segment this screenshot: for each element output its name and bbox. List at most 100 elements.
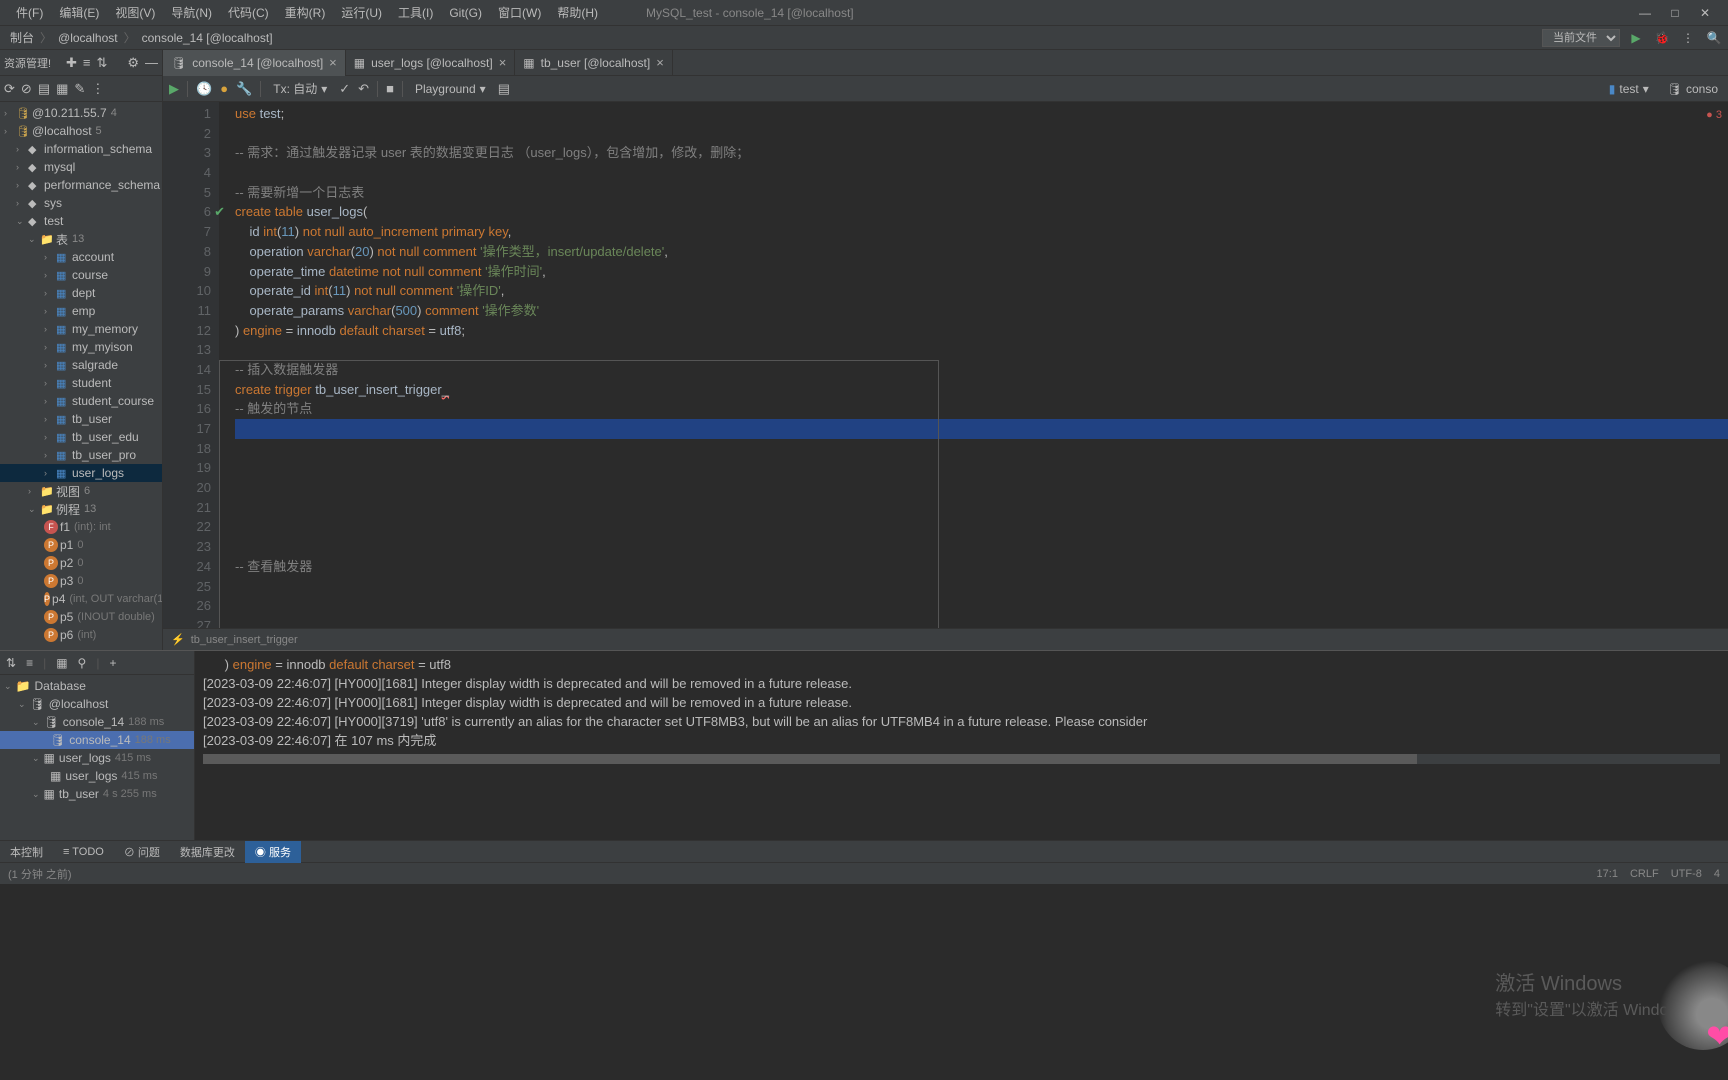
- routine-item[interactable]: Pp30: [0, 572, 162, 590]
- layout-icon[interactable]: ▦: [56, 656, 67, 670]
- more-icon[interactable]: ⋮: [1678, 31, 1698, 45]
- menu-item[interactable]: Git(G): [441, 6, 490, 20]
- code-line[interactable]: [235, 163, 1728, 183]
- sort-icon[interactable]: ⇅: [96, 55, 107, 71]
- table-item[interactable]: ›▦course: [0, 266, 162, 284]
- menu-item[interactable]: 编辑(E): [51, 6, 107, 20]
- table-item[interactable]: ›▦tb_user: [0, 410, 162, 428]
- commit-icon[interactable]: ✓: [339, 81, 350, 97]
- menu-item[interactable]: 导航(N): [163, 6, 220, 20]
- search-icon[interactable]: 🔍: [1704, 31, 1724, 45]
- code-line[interactable]: -- 需求：通过触发器记录 user 表的数据变更日志 （user_logs），…: [235, 143, 1728, 163]
- host-item[interactable]: ›🛢@localhost5: [0, 122, 162, 140]
- code-line[interactable]: [235, 616, 1728, 628]
- more-icon[interactable]: ⋮: [91, 81, 104, 97]
- menu-item[interactable]: 视图(V): [107, 6, 163, 20]
- schema-item[interactable]: ⌄◆test: [0, 212, 162, 230]
- service-item[interactable]: ⌄📁Database: [0, 677, 194, 695]
- run-config-select[interactable]: 当前文件: [1542, 29, 1620, 47]
- tool-window-tab[interactable]: 数据库更改: [170, 841, 245, 863]
- code-line[interactable]: operate_time datetime not null comment '…: [235, 262, 1728, 282]
- code-line[interactable]: operate_params varchar(500) comment '操作参…: [235, 301, 1728, 321]
- close-icon[interactable]: ×: [656, 55, 664, 70]
- close-icon[interactable]: ×: [329, 55, 337, 70]
- filter-icon[interactable]: ≡: [83, 55, 91, 70]
- schema-combo[interactable]: ▮test ▾: [1605, 82, 1653, 96]
- service-item[interactable]: 🛢console_14 188 ms: [0, 731, 194, 749]
- tool-window-tab[interactable]: 本控制: [0, 841, 53, 863]
- routine-item[interactable]: Pp20: [0, 554, 162, 572]
- table-item[interactable]: ›▦tb_user_edu: [0, 428, 162, 446]
- code-line[interactable]: [235, 596, 1728, 616]
- filter-icon[interactable]: ⇅: [6, 656, 16, 670]
- error-indicator[interactable]: ● 3: [1706, 106, 1722, 126]
- close-icon[interactable]: ×: [499, 55, 507, 70]
- code-line[interactable]: [235, 537, 1728, 557]
- service-item[interactable]: ⌄▦tb_user 4 s 255 ms: [0, 785, 194, 803]
- code-line[interactable]: -- 需要新增一个日志表: [235, 183, 1728, 203]
- minimize-button[interactable]: —: [1630, 6, 1660, 20]
- settings-icon[interactable]: ⚙: [127, 55, 139, 71]
- code-line[interactable]: use test;: [235, 104, 1728, 124]
- service-item[interactable]: ▦user_logs 415 ms: [0, 767, 194, 785]
- expand-icon[interactable]: ≡: [26, 656, 33, 670]
- run-button[interactable]: ▶: [169, 81, 179, 97]
- menu-item[interactable]: 代码(C): [220, 6, 277, 20]
- stop-icon[interactable]: ■: [386, 81, 394, 96]
- code-line[interactable]: id int(11) not null auto_increment prima…: [235, 222, 1728, 242]
- host-item[interactable]: ›🛢@10.211.55.74: [0, 104, 162, 122]
- service-item[interactable]: ⌄▦user_logs 415 ms: [0, 749, 194, 767]
- explain-icon[interactable]: ●: [220, 81, 228, 96]
- routines-folder[interactable]: ⌄📁例程13: [0, 500, 162, 518]
- code-line[interactable]: [235, 458, 1728, 478]
- table-item[interactable]: ›▦student_course: [0, 392, 162, 410]
- table-item[interactable]: ›▦dept: [0, 284, 162, 302]
- services-tree[interactable]: ⌄📁Database⌄🛢@localhost⌄🛢console_14 188 m…: [0, 675, 194, 840]
- code-line[interactable]: create table user_logs(: [235, 202, 1728, 222]
- code-line[interactable]: [235, 124, 1728, 144]
- service-item[interactable]: ⌄🛢@localhost: [0, 695, 194, 713]
- table-item[interactable]: ›▦salgrade: [0, 356, 162, 374]
- service-item[interactable]: ⌄🛢console_14 188 ms: [0, 713, 194, 731]
- code-line[interactable]: [235, 340, 1728, 360]
- code-line[interactable]: [235, 498, 1728, 518]
- add-icon[interactable]: +: [109, 656, 116, 670]
- schema-item[interactable]: ›◆sys: [0, 194, 162, 212]
- routine-item[interactable]: Pp5(INOUT double): [0, 608, 162, 626]
- refresh-icon[interactable]: ⟳: [4, 81, 15, 97]
- code-line[interactable]: -- 插入数据触发器: [235, 360, 1728, 380]
- schema-item[interactable]: ›◆information_schema: [0, 140, 162, 158]
- code-line[interactable]: create trigger tb_user_insert_trigger_: [235, 380, 1728, 400]
- database-tree[interactable]: ›🛢@10.211.55.74›🛢@localhost5›◆informatio…: [0, 102, 162, 650]
- table-item[interactable]: ›▦my_myison: [0, 338, 162, 356]
- console-output[interactable]: ) engine = innodb default charset = utf8…: [195, 651, 1728, 840]
- menu-item[interactable]: 帮助(H): [549, 6, 606, 20]
- routine-item[interactable]: Pp10: [0, 536, 162, 554]
- schema-item[interactable]: ›◆performance_schema: [0, 176, 162, 194]
- menu-item[interactable]: 窗口(W): [490, 6, 549, 20]
- horizontal-scrollbar[interactable]: [203, 754, 1720, 764]
- run-icon[interactable]: ▶: [1626, 31, 1646, 45]
- code-line[interactable]: -- 触发的节点: [235, 399, 1728, 419]
- editor-tab[interactable]: ▦user_logs [@localhost]×: [346, 50, 516, 76]
- history-icon[interactable]: 🕓: [196, 81, 212, 97]
- code-line[interactable]: [235, 577, 1728, 597]
- code-line[interactable]: operation varchar(20) not null comment '…: [235, 242, 1728, 262]
- edit-icon[interactable]: ✎: [74, 81, 85, 97]
- tool-window-tab[interactable]: ≡ TODO: [53, 841, 114, 863]
- tool-window-tab[interactable]: ⊘ 问题: [114, 841, 170, 863]
- code-line[interactable]: [235, 517, 1728, 537]
- code-line[interactable]: [235, 478, 1728, 498]
- code-line[interactable]: operate_id int(11) not null comment '操作I…: [235, 281, 1728, 301]
- line-separator[interactable]: CRLF: [1630, 868, 1659, 880]
- views-folder[interactable]: ›📁视图6: [0, 482, 162, 500]
- table-item[interactable]: ›▦account: [0, 248, 162, 266]
- table-item[interactable]: ›▦my_memory: [0, 320, 162, 338]
- rollback-icon[interactable]: ↶: [358, 81, 369, 97]
- menu-item[interactable]: 件(F): [8, 6, 51, 20]
- breadcrumb-item[interactable]: @localhost: [52, 31, 124, 45]
- table-item[interactable]: ›▦emp: [0, 302, 162, 320]
- breadcrumb-item[interactable]: 制台: [4, 29, 40, 46]
- tx-mode-combo[interactable]: Tx: 自动 ▾: [269, 80, 331, 97]
- code-editor[interactable]: 123456✔789101112131415161718192021222324…: [163, 102, 1728, 628]
